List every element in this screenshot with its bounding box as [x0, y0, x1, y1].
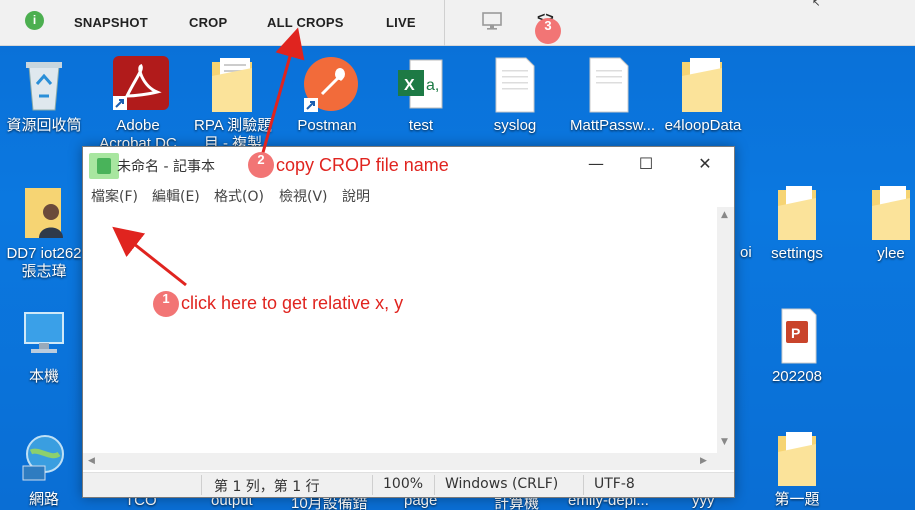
- all-crops-button[interactable]: ALL CROPS: [267, 15, 344, 30]
- maximize-button[interactable]: ☐: [621, 147, 671, 181]
- notepad-menubar: 檔案(F) 編輯(E) 格式(O) 檢視(V) 說明: [83, 183, 734, 207]
- desktop-icon-label: 資源回收筒: [6, 117, 82, 134]
- desktop-icon-network[interactable]: 網路: [5, 430, 83, 509]
- desktop-icon-rpa-folder[interactable]: RPA 測驗題 目 - 複製: [194, 56, 272, 153]
- desktop-icon-dd7-user[interactable]: DD7 iot262 張志瑋: [5, 184, 83, 281]
- status-divider: [201, 475, 202, 495]
- menu-view[interactable]: 檢視(V): [279, 186, 328, 206]
- menu-format[interactable]: 格式(O): [214, 186, 264, 206]
- notepad-app-icon[interactable]: [89, 153, 119, 179]
- scroll-left-icon[interactable]: ◀: [88, 456, 95, 466]
- notepad-text-area[interactable]: [83, 207, 717, 453]
- desktop-icon-label: 202208: [771, 368, 823, 385]
- step-badge-3: 3: [535, 18, 561, 44]
- network-icon: [19, 430, 69, 488]
- postman-icon: [302, 56, 358, 114]
- scroll-up-icon[interactable]: ▲: [721, 210, 728, 220]
- live-button[interactable]: LIVE: [386, 15, 416, 30]
- desktop-icon-e4loopdata[interactable]: e4loopData: [664, 56, 742, 135]
- desktop-icon-label: 本機: [28, 368, 59, 385]
- folder-icon: [208, 56, 258, 114]
- desktop-icon-label: syslog: [493, 117, 537, 134]
- close-button[interactable]: ✕: [680, 147, 730, 181]
- desktop-icon-label-line2: 張志瑋: [21, 263, 67, 280]
- svg-text:X: X: [404, 77, 415, 94]
- desktop-icon-ylee[interactable]: ylee: [852, 184, 915, 263]
- menu-edit[interactable]: 編輯(E): [152, 186, 200, 206]
- document-icon: [490, 56, 540, 114]
- scrollbar-corner: [717, 453, 734, 470]
- notepad-title: 未命名 - 記事本: [117, 159, 215, 175]
- folder-icon: [678, 56, 728, 114]
- status-cursor-position: 第 1 列，第 1 行: [214, 479, 320, 495]
- annotation-copy-crop: copy CROP file name: [276, 155, 449, 175]
- step-badge-2: 2: [248, 152, 274, 178]
- desktop-icon-this-pc[interactable]: 本機: [5, 307, 83, 386]
- powerpoint-icon: P: [772, 307, 822, 365]
- top-toolbar: i SNAPSHOT CROP ALL CROPS LIVE <>: [0, 0, 915, 46]
- folder-icon: [866, 184, 915, 242]
- user-folder-icon: [19, 184, 69, 242]
- excel-icon: X a,: [396, 56, 446, 114]
- status-encoding: UTF-8: [594, 476, 635, 492]
- status-divider: [434, 475, 435, 495]
- horizontal-scrollbar[interactable]: ◀ ▶: [83, 453, 717, 470]
- svg-text:P: P: [791, 325, 800, 341]
- step-badge-1: 1: [153, 291, 179, 317]
- status-divider: [372, 475, 373, 495]
- info-icon[interactable]: i: [25, 11, 44, 30]
- crop-button[interactable]: CROP: [189, 15, 227, 30]
- desktop-icon-settings[interactable]: settings: [758, 184, 836, 263]
- notepad-window: 未命名 - 記事本 — ☐ ✕ 檔案(F) 編輯(E) 格式(O) 檢視(V) …: [82, 146, 735, 498]
- desktop-icon-label: MattPassw...: [570, 117, 656, 134]
- desktop-icon-label: settings: [771, 245, 823, 262]
- notepad-statusbar: 第 1 列，第 1 行 100% Windows (CRLF) UTF-8: [83, 472, 734, 497]
- desktop-icon-first-question[interactable]: 第一題: [758, 430, 836, 509]
- desktop-icon-label: Postman: [297, 117, 357, 134]
- desktop-icon-label: ylee: [877, 245, 905, 262]
- annotation-click-here: click here to get relative x, y: [181, 293, 404, 313]
- status-line-ending: Windows (CRLF): [445, 476, 559, 492]
- svg-text:a,: a,: [426, 77, 439, 94]
- status-divider: [583, 475, 584, 495]
- menu-file[interactable]: 檔案(F): [91, 186, 138, 206]
- status-zoom: 100%: [383, 476, 424, 492]
- monitor-icon[interactable]: [481, 10, 503, 32]
- computer-icon: [19, 307, 69, 365]
- toolbar-divider: [444, 0, 445, 46]
- folder-icon: [772, 184, 822, 242]
- desktop-icon-postman[interactable]: Postman: [288, 56, 366, 135]
- scroll-down-icon[interactable]: ▼: [721, 437, 728, 447]
- snapshot-button[interactable]: SNAPSHOT: [74, 15, 148, 30]
- menu-help[interactable]: 說明: [342, 186, 370, 206]
- desktop-icon-202208[interactable]: P 202208: [758, 307, 836, 386]
- desktop-icon-label: Adobe: [116, 117, 160, 134]
- document-icon: [584, 56, 634, 114]
- mouse-cursor-icon: ↖: [812, 0, 821, 9]
- folder-icon: [772, 430, 822, 488]
- minimize-button[interactable]: —: [571, 147, 621, 181]
- recycle-bin-icon: [19, 56, 69, 114]
- desktop-icon-label: test: [408, 117, 434, 134]
- desktop-icon-syslog[interactable]: syslog: [476, 56, 554, 135]
- vertical-scrollbar[interactable]: ▲ ▼: [717, 207, 734, 453]
- desktop-icon-recycle-bin[interactable]: 資源回收筒: [5, 56, 83, 135]
- desktop-icon-acrobat[interactable]: Adobe Acrobat DC: [99, 56, 177, 153]
- scroll-right-icon[interactable]: ▶: [700, 456, 707, 466]
- desktop-icon-label: RPA 測驗題: [194, 117, 273, 134]
- desktop-icon-label: e4loopData: [664, 117, 742, 134]
- desktop-icon-label: DD7 iot262: [6, 245, 82, 262]
- desktop-icon-test-excel[interactable]: X a, test: [382, 56, 460, 135]
- acrobat-icon: [113, 56, 169, 114]
- desktop-icon-mattpassw[interactable]: MattPassw...: [570, 56, 656, 135]
- desktop-icon-label: 第一題: [774, 491, 820, 508]
- desktop-icon-partial-label: oi: [740, 244, 752, 261]
- desktop-icon-label: 網路: [28, 491, 59, 508]
